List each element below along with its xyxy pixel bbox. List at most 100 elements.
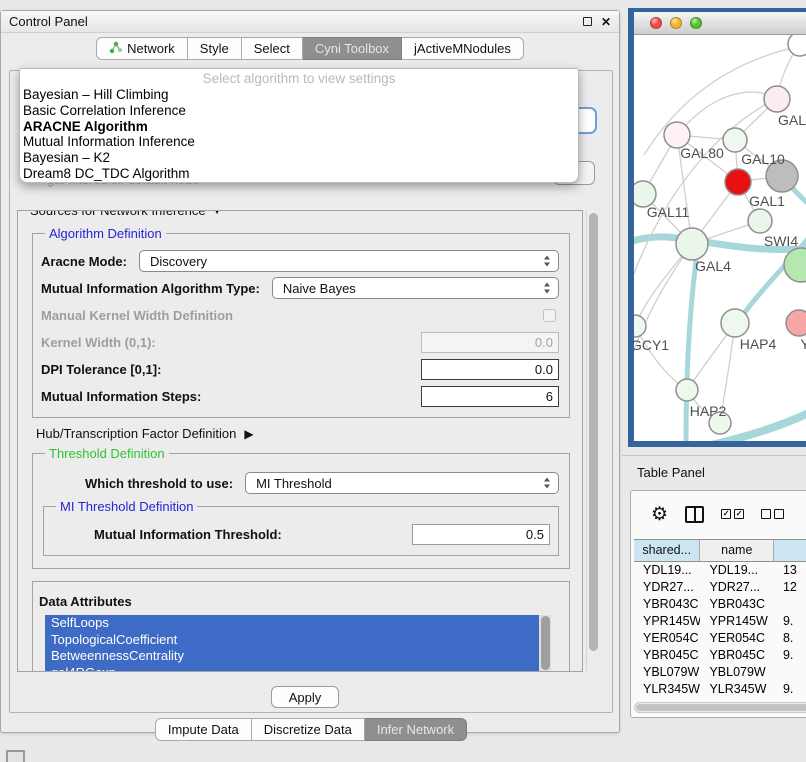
network-node[interactable] [784,248,806,282]
algorithm-definition-group: Algorithm Definition Aracne Mode: Discov… [32,233,570,418]
table-row[interactable]: YPR145WYPR145W9. [634,613,806,630]
table-row[interactable]: YDL19...YDL19...13 [634,562,806,579]
table-row[interactable]: YDR27...YDR27...12 [634,579,806,596]
table-cell[interactable]: YIL052C [634,698,700,701]
table-cell[interactable]: YPR145W [634,613,700,630]
bottom-tab-impute-data[interactable]: Impute Data [155,718,252,741]
close-panel-icon[interactable]: ✕ [601,16,611,28]
mi-threshold-definition-title: MI Threshold Definition [56,499,197,514]
table-cell[interactable]: 12 [774,579,806,596]
mi-steps-field[interactable]: 6 [421,386,559,407]
network-window-titlebar[interactable] [634,12,806,35]
table-cell[interactable]: YLR345W [700,681,774,698]
table-cell[interactable]: 9 [774,698,806,701]
dpi-tolerance-field[interactable]: 0.0 [421,359,559,380]
table-cell[interactable]: YBR043C [634,596,700,613]
mi-threshold-field[interactable]: 0.5 [412,524,550,545]
network-node-y[interactable] [786,310,806,336]
table-cell[interactable]: YDL19... [634,562,700,579]
table-cell[interactable]: YPR145W [700,613,774,630]
algorithm-option[interactable]: Bayesian – K2 [20,150,578,166]
manual-kernel-width-checkbox [543,309,556,322]
table-row[interactable]: YBR045CYBR045C9. [634,647,806,664]
algorithm-option[interactable]: Basic Correlation Inference [20,103,578,119]
table-cell[interactable]: 9. [774,681,806,698]
table-row[interactable]: YBR043CYBR043C [634,596,806,613]
table-cell[interactable]: YER054C [634,630,700,647]
aracne-mode-combo[interactable]: Discovery [139,250,559,272]
tab-jactivemnodules[interactable]: jActiveMNodules [402,37,524,60]
network-canvas[interactable]: GALGAL80GAL10GAL1GAL11SWI4GAL4GCY1HAP4YH… [634,35,806,441]
bottom-tab-discretize-data[interactable]: Discretize Data [252,718,365,741]
bottom-tab-infer-network[interactable]: Infer Network [365,718,467,741]
node-label-gal80: GAL80 [680,145,724,161]
attribute-item[interactable]: TopologicalCoefficient [45,632,551,649]
table-cell[interactable]: 13 [774,562,806,579]
table-cell[interactable]: YBR045C [700,647,774,664]
table-hscrollbar[interactable] [634,702,806,713]
table-cell[interactable]: YER054C [700,630,774,647]
network-node-swi4[interactable] [748,209,772,233]
column-header-cut[interactable] [774,540,806,561]
table-cell[interactable]: YDR27... [700,579,774,596]
which-threshold-combo[interactable]: MI Threshold [245,472,559,494]
settings-scrollbar-thumb[interactable] [589,213,598,651]
columns-icon[interactable] [685,506,704,523]
mac-close-button[interactable] [650,17,662,29]
network-node-hap2[interactable] [676,379,698,401]
tab-select[interactable]: Select [242,37,303,60]
table-cell[interactable]: YBR043C [700,596,774,613]
table-row[interactable]: YLR345WYLR345W9. [634,681,806,698]
tab-style[interactable]: Style [188,37,242,60]
algorithm-option[interactable]: Bayesian – Hill Climbing [20,87,578,103]
network-node-gal4[interactable] [676,228,708,260]
settings-scrollbar[interactable] [586,211,599,671]
tab-network[interactable]: Network [96,37,188,60]
attribute-item[interactable]: gal4RGexp [45,665,551,673]
float-panel-icon[interactable] [583,17,592,26]
tab-cyni-toolbox[interactable]: Cyni Toolbox [303,37,402,60]
table-cell[interactable]: YBR045C [634,647,700,664]
table-hscrollbar-thumb[interactable] [636,704,806,711]
table-cell[interactable]: 9. [774,647,806,664]
table-cell[interactable]: YBL079W [700,664,774,681]
mi-algorithm-type-combo[interactable]: Naive Bayes [272,277,559,299]
collapsed-panel-chip[interactable] [6,750,25,762]
hub-definition-expander[interactable]: Hub/Transcription Factor Definition ▶ [36,426,570,441]
table-cell[interactable] [774,596,806,613]
column-header-name[interactable]: name [700,540,774,561]
algorithm-option[interactable]: ARACNE Algorithm [20,119,578,135]
manual-kernel-width-label: Manual Kernel Width Definition [41,308,233,323]
table-row[interactable]: YBL079WYBL079W [634,664,806,681]
table-cell[interactable]: YIL052C [700,698,774,701]
network-node-gal1[interactable] [725,169,751,195]
mac-zoom-button[interactable] [690,17,702,29]
table-cell[interactable]: YDL19... [700,562,774,579]
algorithm-option[interactable]: Mutual Information Inference [20,134,578,150]
table-row[interactable]: YER054CYER054C8. [634,630,806,647]
apply-button[interactable]: Apply [271,686,339,708]
table-row[interactable]: YIL052CYIL052C9 [634,698,806,701]
deselect-all-checks-icon[interactable] [761,509,784,519]
table-cell[interactable] [774,664,806,681]
mac-minimize-button[interactable] [670,17,682,29]
gear-icon[interactable]: ⚙ [651,505,668,524]
table-cell[interactable]: YDR27... [634,579,700,596]
select-all-checks-icon[interactable]: ✓✓ [721,509,744,519]
column-header-shared...[interactable]: shared... [634,540,700,561]
network-node-hap4[interactable] [721,309,749,337]
table-cell[interactable]: 8. [774,630,806,647]
network-node[interactable] [788,35,806,56]
table-cell[interactable]: YLR345W [634,681,700,698]
mi-steps-label: Mutual Information Steps: [41,389,201,404]
network-node-gal10[interactable] [723,128,747,152]
network-node-gal[interactable] [764,86,790,112]
attribute-item[interactable]: SelfLoops [45,615,551,632]
table-cell[interactable]: 9. [774,613,806,630]
table-cell[interactable]: YBL079W [634,664,700,681]
attribute-item[interactable]: BetweennessCentrality [45,648,551,665]
network-node-gcy1[interactable] [634,315,646,337]
attributes-scrollbar[interactable] [539,615,551,672]
algorithm-option[interactable]: Dream8 DC_TDC Algorithm [20,166,578,182]
sources-title-row[interactable]: Sources for Network Inference ▼ [26,210,226,218]
